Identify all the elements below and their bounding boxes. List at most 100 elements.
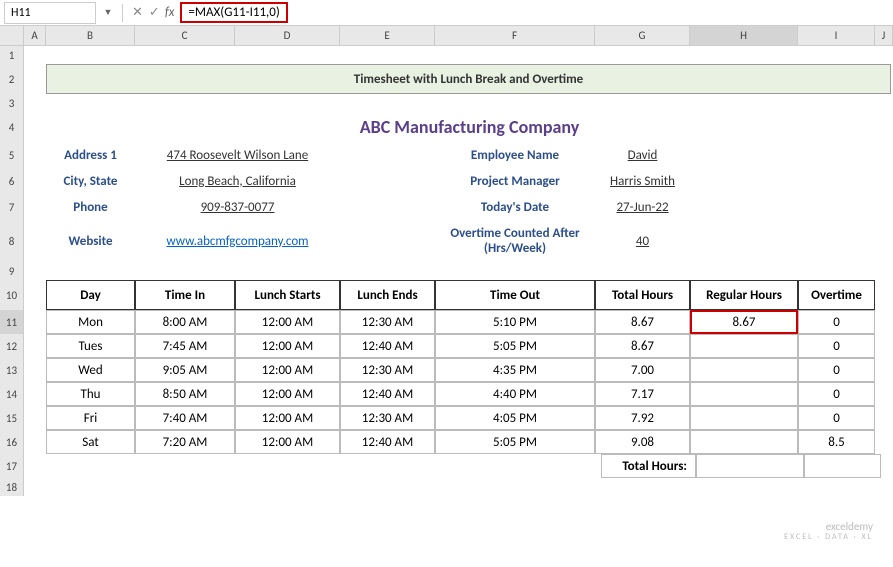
cell[interactable] [24,430,46,454]
cell[interactable] [24,358,46,382]
cell[interactable] [24,168,46,194]
th-timeout[interactable]: Time Out [435,280,595,310]
td-timein[interactable]: 8:00 AM [135,310,235,334]
cell[interactable] [24,382,46,406]
td-day[interactable]: Wed [46,358,135,382]
td-lunchends[interactable]: 12:30 AM [340,310,435,334]
td-day[interactable]: Tues [46,334,135,358]
banner-title[interactable]: Timesheet with Lunch Break and Overtime [46,64,891,94]
employee-label[interactable]: Employee Name [435,142,595,168]
td-total[interactable]: 7.17 [595,382,690,406]
row-header[interactable]: 17 [0,454,24,478]
row-header[interactable]: 2 [0,64,24,94]
td-timein[interactable]: 9:05 AM [135,358,235,382]
formula-input[interactable]: =MAX(G11-I11,0) [180,2,287,23]
td-lunchstarts[interactable]: 12:00 AM [235,310,340,334]
col-header[interactable]: I [798,26,875,45]
td-total[interactable]: 7.92 [595,406,690,430]
row-header[interactable]: 15 [0,406,24,430]
total-overtime[interactable] [804,454,881,478]
pm-label[interactable]: Project Manager [435,168,595,194]
td-timeout[interactable]: 5:05 PM [435,430,595,454]
cell[interactable] [46,454,601,478]
row-header[interactable]: 9 [0,262,24,280]
td-overtime[interactable]: 0 [798,310,875,334]
row-header[interactable]: 4 [0,112,24,142]
td-total[interactable]: 7.00 [595,358,690,382]
col-header[interactable]: D [235,26,340,45]
td-day[interactable]: Sat [46,430,135,454]
cell[interactable] [340,142,435,168]
td-timeout[interactable]: 4:40 PM [435,382,595,406]
total-hours-label[interactable]: Total Hours: [601,454,696,478]
cell[interactable] [24,334,46,358]
td-day[interactable]: Thu [46,382,135,406]
row-header[interactable]: 12 [0,334,24,358]
address-value[interactable]: 474 Roosevelt Wilson Lane [135,142,340,168]
row-header[interactable]: 3 [0,94,24,112]
row-header[interactable]: 6 [0,168,24,194]
row-header[interactable]: 14 [0,382,24,406]
row-header[interactable]: 8 [0,220,24,262]
td-lunchends[interactable]: 12:40 AM [340,334,435,358]
col-header[interactable]: E [340,26,435,45]
phone-value[interactable]: 909-837-0077 [135,194,340,220]
td-overtime[interactable]: 0 [798,382,875,406]
date-label[interactable]: Today's Date [435,194,595,220]
col-header[interactable]: G [595,26,690,45]
th-lunchends[interactable]: Lunch Ends [340,280,435,310]
cell[interactable] [24,454,46,478]
td-lunchstarts[interactable]: 12:00 AM [235,406,340,430]
td-lunchends[interactable]: 12:30 AM [340,358,435,382]
overtime-label[interactable]: Overtime Counted After (Hrs/Week) [435,220,595,262]
td-regular[interactable] [690,358,798,382]
td-timein[interactable]: 7:20 AM [135,430,235,454]
td-lunchstarts[interactable]: 12:00 AM [235,382,340,406]
fx-icon[interactable]: fx [165,5,175,20]
row-header[interactable]: 1 [0,46,24,64]
td-regular[interactable] [690,430,798,454]
td-timein[interactable]: 7:45 AM [135,334,235,358]
td-timein[interactable]: 7:40 AM [135,406,235,430]
city-label[interactable]: City, State [46,168,135,194]
td-total[interactable]: 8.67 [595,334,690,358]
cell[interactable] [24,310,46,334]
td-timeout[interactable]: 5:10 PM [435,310,595,334]
td-overtime[interactable]: 0 [798,406,875,430]
cell[interactable] [24,142,46,168]
row-header[interactable]: 10 [0,280,24,310]
employee-value[interactable]: David [595,142,690,168]
th-total[interactable]: Total Hours [595,280,690,310]
enter-icon[interactable]: ✓ [149,5,160,20]
date-value[interactable]: 27-Jun-22 [595,194,690,220]
th-regular[interactable]: Regular Hours [690,280,798,310]
td-day[interactable]: Fri [46,406,135,430]
city-value[interactable]: Long Beach, California [135,168,340,194]
cell[interactable] [24,220,46,262]
td-regular[interactable] [690,334,798,358]
phone-label[interactable]: Phone [46,194,135,220]
td-overtime[interactable]: 0 [798,334,875,358]
td-lunchstarts[interactable]: 12:00 AM [235,358,340,382]
pm-value[interactable]: Harris Smith [595,168,690,194]
th-timein[interactable]: Time In [135,280,235,310]
name-box-dropdown-icon[interactable]: ▼ [100,7,116,18]
td-timeout[interactable]: 4:35 PM [435,358,595,382]
cell[interactable] [24,194,46,220]
overtime-value[interactable]: 40 [595,220,690,262]
cell[interactable] [24,280,46,310]
td-total[interactable]: 9.08 [595,430,690,454]
row-header[interactable]: 5 [0,142,24,168]
td-timein[interactable]: 8:50 AM [135,382,235,406]
row-header[interactable]: 13 [0,358,24,382]
th-day[interactable]: Day [46,280,135,310]
td-lunchstarts[interactable]: 12:00 AM [235,334,340,358]
cell[interactable] [340,220,435,262]
address-label[interactable]: Address 1 [46,142,135,168]
td-regular[interactable] [690,382,798,406]
cell[interactable] [24,112,46,142]
td-overtime[interactable]: 0 [798,358,875,382]
row-header[interactable]: 7 [0,194,24,220]
cell[interactable] [24,406,46,430]
col-header[interactable]: C [135,26,235,45]
